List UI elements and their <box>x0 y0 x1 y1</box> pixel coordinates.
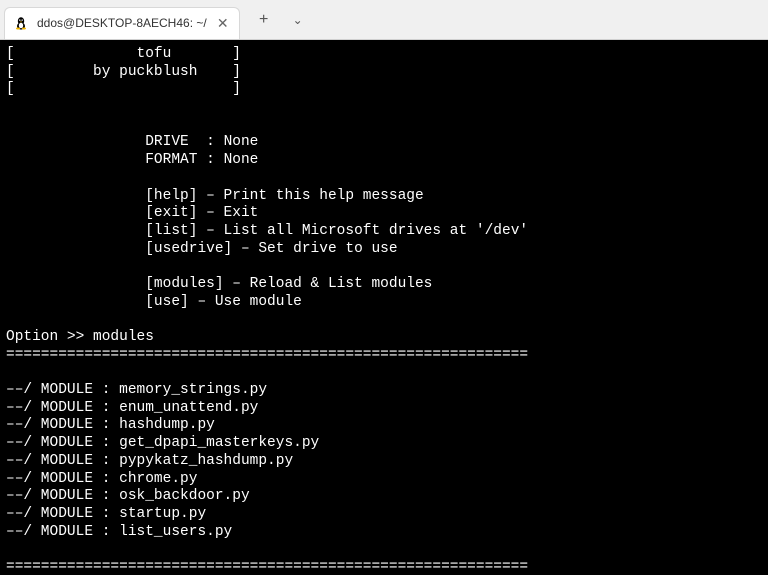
drive-value: None <box>224 134 259 150</box>
divider-bottom: ========================================… <box>6 559 528 575</box>
module-prefix: ––/ MODULE : <box>6 400 119 416</box>
tux-icon <box>13 15 29 31</box>
module-name: memory_strings.py <box>119 382 267 398</box>
tab-dropdown-button[interactable]: ⌄ <box>288 10 308 30</box>
module-prefix: ––/ MODULE : <box>6 471 119 487</box>
module-prefix: ––/ MODULE : <box>6 488 119 504</box>
module-name: list_users.py <box>119 524 232 540</box>
module-name: chrome.py <box>119 471 197 487</box>
drive-label: DRIVE : <box>145 134 223 150</box>
module-name: pypykatz_hashdump.py <box>119 453 293 469</box>
prompt-label: Option >> <box>6 329 93 345</box>
new-tab-button[interactable]: + <box>254 10 274 30</box>
terminal-tab[interactable]: ddos@DESKTOP-8AECH46: ~/ ✕ <box>4 7 240 39</box>
module-prefix: ––/ MODULE : <box>6 435 119 451</box>
close-tab-button[interactable]: ✕ <box>215 15 231 31</box>
cmd-exit: [exit] – Exit <box>145 205 258 221</box>
module-name: enum_unattend.py <box>119 400 258 416</box>
module-name: startup.py <box>119 506 206 522</box>
module-prefix: ––/ MODULE : <box>6 506 119 522</box>
cmd-use: [use] – Use module <box>145 294 302 310</box>
module-prefix: ––/ MODULE : <box>6 524 119 540</box>
title-bar: ddos@DESKTOP-8AECH46: ~/ ✕ + ⌄ <box>0 0 768 40</box>
banner-line: [ tofu ] <box>6 46 241 62</box>
terminal-output[interactable]: [ tofu ] [ by puckblush ] [ ] DRIVE : No… <box>0 40 768 575</box>
module-prefix: ––/ MODULE : <box>6 417 119 433</box>
banner-line: [ ] <box>6 81 241 97</box>
cmd-help: [help] – Print this help message <box>145 188 423 204</box>
module-name: osk_backdoor.py <box>119 488 250 504</box>
divider-top: ========================================… <box>6 347 528 363</box>
cmd-list: [list] – List all Microsoft drives at '/… <box>145 223 528 239</box>
cmd-usedrive: [usedrive] – Set drive to use <box>145 241 397 257</box>
module-prefix: ––/ MODULE : <box>6 453 119 469</box>
module-prefix: ––/ MODULE : <box>6 382 119 398</box>
format-value: None <box>224 152 259 168</box>
cmd-modules: [modules] – Reload & List modules <box>145 276 432 292</box>
tab-title: ddos@DESKTOP-8AECH46: ~/ <box>37 16 207 30</box>
module-name: get_dpapi_masterkeys.py <box>119 435 319 451</box>
prompt-input: modules <box>93 329 154 345</box>
format-label: FORMAT : <box>145 152 223 168</box>
banner-line: [ by puckblush ] <box>6 64 241 80</box>
module-name: hashdump.py <box>119 417 215 433</box>
